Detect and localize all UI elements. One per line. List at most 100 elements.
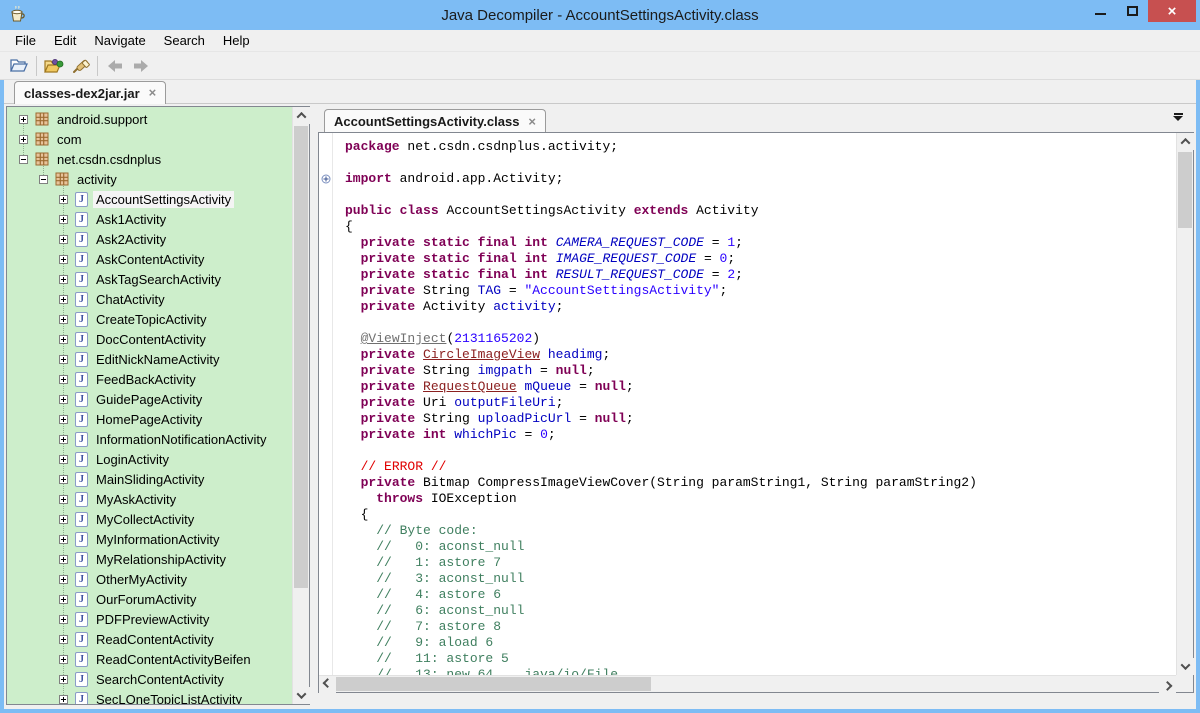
expand-toggle-icon[interactable] [59,635,68,644]
menu-item-search[interactable]: Search [155,31,214,50]
tree-item-othermyactivity[interactable]: JOtherMyActivity [7,569,292,589]
expand-toggle-icon[interactable] [59,435,68,444]
editor-panel: AccountSettingsActivity.class × package … [318,106,1194,709]
tree-item-com[interactable]: com [7,129,292,149]
tree-item-net.csdn.csdnplus[interactable]: net.csdn.csdnplus [7,149,292,169]
scroll-down-button[interactable] [1177,658,1194,675]
code-token: ; [548,427,556,442]
scrollbar-thumb[interactable] [294,126,308,588]
tab-accountsettingsactivity[interactable]: AccountSettingsActivity.class × [324,109,546,133]
tree-item-chatactivity[interactable]: JChatActivity [7,289,292,309]
fold-expand-icon[interactable] [321,174,331,184]
tree-item-myrelationshipactivity[interactable]: JMyRelationshipActivity [7,549,292,569]
expand-toggle-icon[interactable] [59,695,68,704]
expand-toggle-icon[interactable] [59,515,68,524]
tree-item-loginactivity[interactable]: JLoginActivity [7,449,292,469]
minimize-button[interactable] [1084,0,1116,22]
expand-toggle-icon[interactable] [59,555,68,564]
tree-content[interactable]: android.supportcomnet.csdn.csdnplusactiv… [7,107,292,704]
tree-item-homepageactivity[interactable]: JHomePageActivity [7,409,292,429]
back-button[interactable] [102,54,128,78]
menu-item-file[interactable]: File [6,31,45,50]
expand-toggle-icon[interactable] [59,595,68,604]
tree-item-myaskactivity[interactable]: JMyAskActivity [7,489,292,509]
tree-item-doccontentactivity[interactable]: JDocContentActivity [7,329,292,349]
scrollbar-thumb[interactable] [336,677,651,691]
tab-list-dropdown-button[interactable] [1172,113,1184,123]
tree-item-mainslidingactivity[interactable]: JMainSlidingActivity [7,469,292,489]
collapse-toggle-icon[interactable] [19,155,28,164]
code-token: private [361,395,416,410]
expand-toggle-icon[interactable] [59,315,68,324]
expand-toggle-icon[interactable] [59,675,68,684]
code-link[interactable]: CircleImageView [423,347,540,362]
expand-toggle-icon[interactable] [59,295,68,304]
scroll-up-button[interactable] [293,107,310,124]
close-icon[interactable]: × [149,88,157,98]
tree-item-askcontentactivity[interactable]: JAskContentActivity [7,249,292,269]
search-button[interactable] [67,54,93,78]
expand-toggle-icon[interactable] [59,215,68,224]
expand-toggle-icon[interactable] [59,395,68,404]
expand-toggle-icon[interactable] [59,415,68,424]
tree-item-editnicknameactivity[interactable]: JEditNickNameActivity [7,349,292,369]
scroll-left-button[interactable] [319,676,336,693]
tree-item-ask1activity[interactable]: JAsk1Activity [7,209,292,229]
code-link[interactable]: @ViewInject [361,331,447,346]
scroll-up-button[interactable] [1177,133,1194,150]
forward-button[interactable] [128,54,154,78]
close-button[interactable]: × [1148,0,1196,22]
expand-toggle-icon[interactable] [59,615,68,624]
scrollbar-thumb[interactable] [1178,152,1192,228]
expand-toggle-icon[interactable] [59,575,68,584]
code-line: private Uri outputFileUri; [345,395,1176,411]
expand-toggle-icon[interactable] [59,235,68,244]
tab-classes-dex2jar[interactable]: classes-dex2jar.jar × [14,81,166,104]
open-file-button[interactable] [6,54,32,78]
tree-item-feedbackactivity[interactable]: JFeedBackActivity [7,369,292,389]
tree-item-seclonetopiclistactivity[interactable]: JSecLOneTopicListActivity [7,689,292,704]
menu-item-edit[interactable]: Edit [45,31,85,50]
expand-toggle-icon[interactable] [59,195,68,204]
expand-toggle-icon[interactable] [59,275,68,284]
expand-toggle-icon[interactable] [59,495,68,504]
code-link[interactable]: RequestQueue [423,379,517,394]
tree-item-readcontentactivity[interactable]: JReadContentActivity [7,629,292,649]
tree-item-label: DocContentActivity [93,331,209,348]
expand-toggle-icon[interactable] [59,655,68,664]
open-jar-button[interactable] [41,54,67,78]
tree-item-myinformationactivity[interactable]: JMyInformationActivity [7,529,292,549]
expand-toggle-icon[interactable] [59,355,68,364]
expand-toggle-icon[interactable] [59,375,68,384]
tree-item-readcontentactivitybeifen[interactable]: JReadContentActivityBeifen [7,649,292,669]
code-token: private [361,299,416,314]
tree-item-accountsettingsactivity[interactable]: JAccountSettingsActivity [7,189,292,209]
tree-item-asktagsearchactivity[interactable]: JAskTagSearchActivity [7,269,292,289]
tree-item-pdfpreviewactivity[interactable]: JPDFPreviewActivity [7,609,292,629]
scroll-right-button[interactable] [1159,676,1176,693]
tree-item-android.support[interactable]: android.support [7,109,292,129]
expand-toggle-icon[interactable] [19,135,28,144]
tree-item-ask2activity[interactable]: JAsk2Activity [7,229,292,249]
tree-item-searchcontentactivity[interactable]: JSearchContentActivity [7,669,292,689]
code-editor[interactable]: package net.csdn.csdnplus.activity;impor… [318,132,1194,693]
menu-item-navigate[interactable]: Navigate [85,31,154,50]
collapse-toggle-icon[interactable] [39,175,48,184]
expand-toggle-icon[interactable] [59,535,68,544]
expand-toggle-icon[interactable] [59,475,68,484]
close-icon[interactable]: × [528,117,536,127]
tree-item-mycollectactivity[interactable]: JMyCollectActivity [7,509,292,529]
scroll-down-button[interactable] [293,687,310,704]
menu-item-help[interactable]: Help [214,31,259,50]
tree-item-guidepageactivity[interactable]: JGuidePageActivity [7,389,292,409]
tree-item-ourforumactivity[interactable]: JOurForumActivity [7,589,292,609]
maximize-button[interactable] [1116,0,1148,22]
tree-item-activity[interactable]: activity [7,169,292,189]
code-token [345,475,361,490]
expand-toggle-icon[interactable] [19,115,28,124]
tree-item-createtopicactivity[interactable]: JCreateTopicActivity [7,309,292,329]
expand-toggle-icon[interactable] [59,455,68,464]
expand-toggle-icon[interactable] [59,335,68,344]
expand-toggle-icon[interactable] [59,255,68,264]
tree-item-informationnotificationactivity[interactable]: JInformationNotificationActivity [7,429,292,449]
